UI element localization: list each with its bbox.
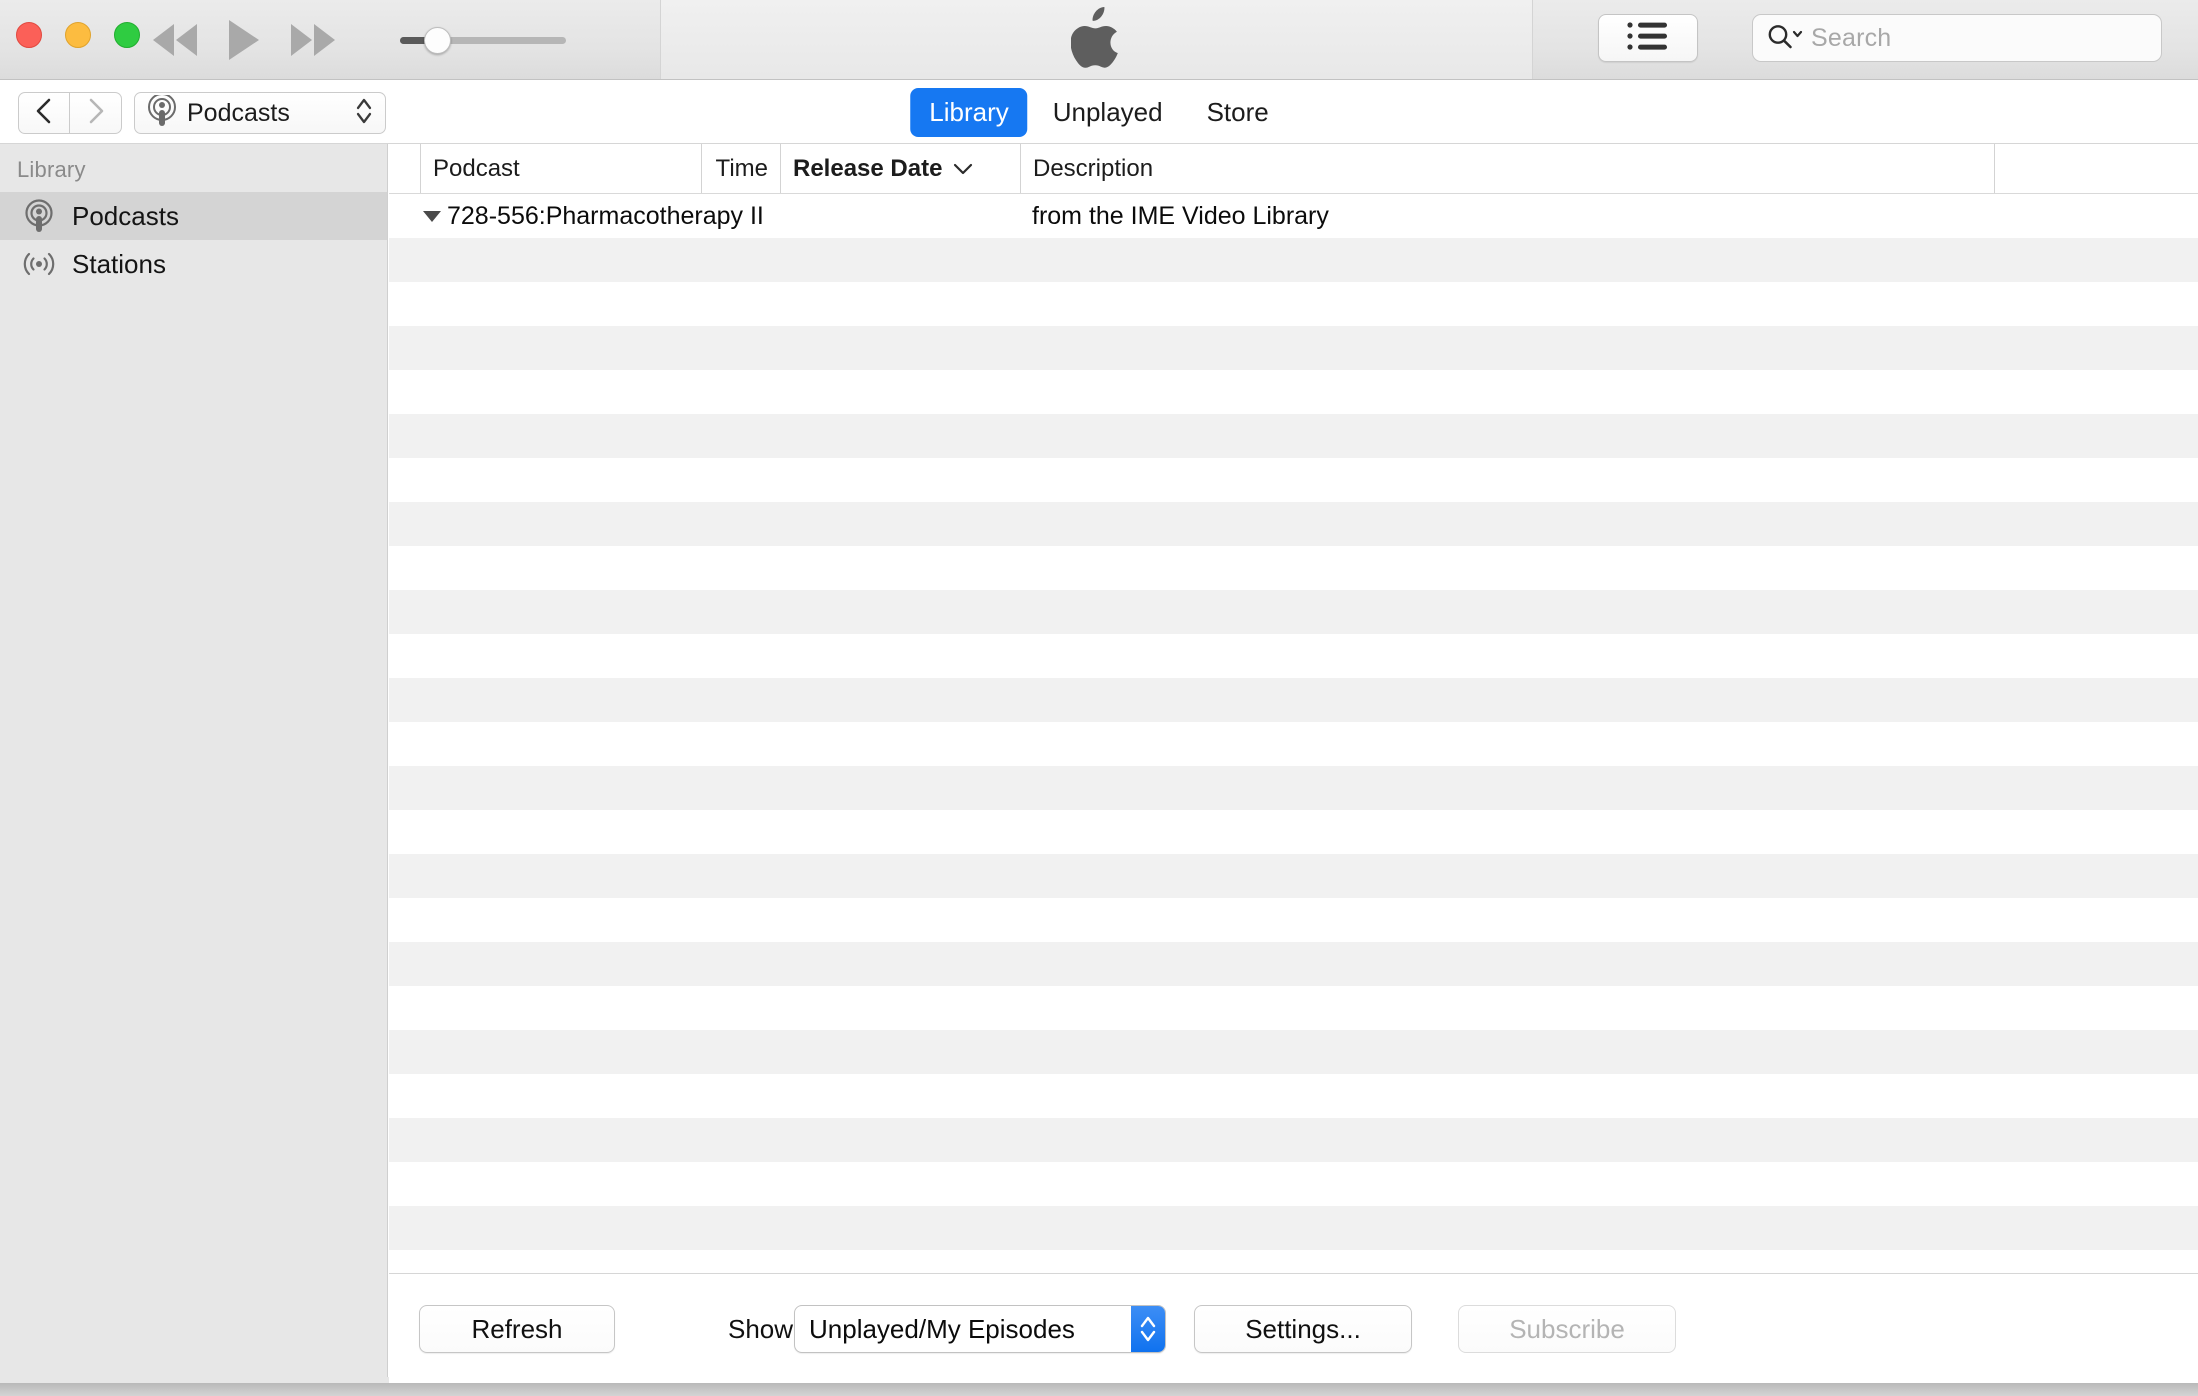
sidebar-section-header: Library [17, 157, 86, 182]
chevron-down-icon [952, 162, 974, 176]
table-row[interactable] [389, 590, 2198, 634]
updown-chevron-icon[interactable] [1131, 1306, 1165, 1352]
fast-forward-icon [290, 23, 336, 57]
table-row[interactable] [389, 1162, 2198, 1206]
table-row[interactable] [389, 546, 2198, 590]
window-controls [16, 22, 140, 48]
refresh-button[interactable]: Refresh [419, 1305, 615, 1353]
play-button[interactable] [228, 19, 260, 61]
column-header-release-date[interactable]: Release Date [780, 144, 1020, 193]
show-filter-select[interactable]: Unplayed/My Episodes [794, 1305, 1166, 1353]
column-header-description[interactable]: Description [1020, 144, 1994, 193]
column-header-label: Podcast [433, 154, 520, 182]
nav-history-controls [18, 92, 122, 134]
search-icon [1767, 23, 1803, 54]
rewind-icon [152, 23, 198, 57]
play-icon [228, 19, 260, 61]
sidebar-item-stations[interactable]: Stations [0, 240, 387, 288]
table-body: 728-556:Pharmacotherapy II from the IME … [389, 194, 2198, 1273]
chevron-right-icon [88, 98, 104, 129]
table-row[interactable] [389, 1206, 2198, 1250]
rewind-button[interactable] [152, 23, 198, 57]
table-row[interactable] [389, 678, 2198, 722]
table-row[interactable] [389, 1250, 2198, 1273]
episode-table: Podcast Time Release Date Description 72… [389, 144, 2198, 1273]
show-filter-value: Unplayed/My Episodes [809, 1313, 1075, 1344]
window-bottom-edge [0, 1383, 2198, 1396]
table-row[interactable] [389, 282, 2198, 326]
table-row[interactable] [389, 370, 2198, 414]
table-row[interactable] [389, 942, 2198, 986]
table-row[interactable] [389, 766, 2198, 810]
view-tabs: Library Unplayed Store [910, 88, 1288, 137]
sidebar-item-label: Podcasts [72, 200, 179, 231]
column-header-time[interactable]: Time [701, 144, 780, 193]
table-row[interactable] [389, 898, 2198, 942]
table-row[interactable] [389, 1074, 2198, 1118]
stations-icon [22, 247, 56, 281]
list-view-button[interactable] [1598, 14, 1698, 62]
column-header-label: Time [715, 154, 768, 182]
back-button[interactable] [18, 92, 70, 134]
maximize-window-button[interactable] [114, 22, 140, 48]
list-view-icon [1627, 21, 1669, 56]
navigation-bar: Podcasts Library Unplayed Store [0, 80, 2198, 144]
table-row[interactable] [389, 722, 2198, 766]
itunes-podcasts-window: Search Podcasts Library Unplayed Store L… [0, 0, 2198, 1396]
title-bar: Search [0, 0, 2198, 80]
fast-forward-button[interactable] [290, 23, 336, 57]
table-row[interactable] [389, 238, 2198, 282]
table-row[interactable] [389, 414, 2198, 458]
forward-button[interactable] [70, 92, 122, 134]
volume-track[interactable] [400, 26, 566, 54]
column-header-label: Description [1033, 154, 1154, 182]
column-header-podcast[interactable]: Podcast [420, 144, 701, 193]
search-input[interactable]: Search [1811, 24, 1891, 53]
transport-controls [152, 0, 336, 80]
table-row[interactable] [389, 986, 2198, 1030]
cell-podcast: 728-556:Pharmacotherapy II [420, 194, 1010, 238]
table-header-row: Podcast Time Release Date Description [389, 144, 2198, 194]
source-popup-button[interactable]: Podcasts [134, 92, 386, 134]
table-row[interactable] [389, 810, 2198, 854]
table-row[interactable] [389, 458, 2198, 502]
tab-unplayed[interactable]: Unplayed [1034, 88, 1182, 137]
tab-store[interactable]: Store [1188, 88, 1288, 137]
column-header-label: Release Date [793, 154, 943, 182]
table-row[interactable] [389, 1030, 2198, 1074]
tab-library[interactable]: Library [910, 88, 1028, 137]
cell-description: from the IME Video Library [1032, 201, 1329, 230]
volume-slider[interactable] [400, 0, 566, 80]
close-window-button[interactable] [16, 22, 42, 48]
sidebar-item-podcasts[interactable]: Podcasts [0, 192, 387, 240]
settings-button[interactable]: Settings... [1194, 1305, 1412, 1353]
subscribe-button[interactable]: Subscribe [1458, 1305, 1676, 1353]
table-row[interactable] [389, 634, 2198, 678]
disclosure-triangle-icon[interactable] [420, 206, 444, 226]
table-row[interactable] [389, 502, 2198, 546]
sidebar: Library Podcasts Stations [0, 144, 388, 1377]
source-popup-label: Podcasts [187, 98, 290, 127]
sidebar-item-label: Stations [72, 248, 166, 279]
apple-logo-icon [1070, 6, 1123, 73]
minimize-window-button[interactable] [65, 22, 91, 48]
bottom-toolbar: Refresh Show: Unplayed/My Episodes Setti… [389, 1273, 2198, 1383]
volume-knob[interactable] [424, 26, 451, 54]
table-row[interactable]: 728-556:Pharmacotherapy II from the IME … [389, 194, 2198, 238]
table-row[interactable] [389, 854, 2198, 898]
podcast-icon [147, 92, 177, 132]
show-label: Show: [728, 1313, 801, 1344]
search-field[interactable]: Search [1752, 14, 2162, 62]
updown-chevron-icon [355, 96, 373, 131]
chevron-left-icon [36, 98, 52, 129]
cell-podcast-title: 728-556:Pharmacotherapy II [447, 201, 764, 230]
table-row[interactable] [389, 326, 2198, 370]
table-row[interactable] [389, 1118, 2198, 1162]
column-header-extra[interactable] [1994, 144, 2198, 193]
now-playing-pane [660, 0, 1533, 79]
podcast-icon [22, 199, 56, 233]
